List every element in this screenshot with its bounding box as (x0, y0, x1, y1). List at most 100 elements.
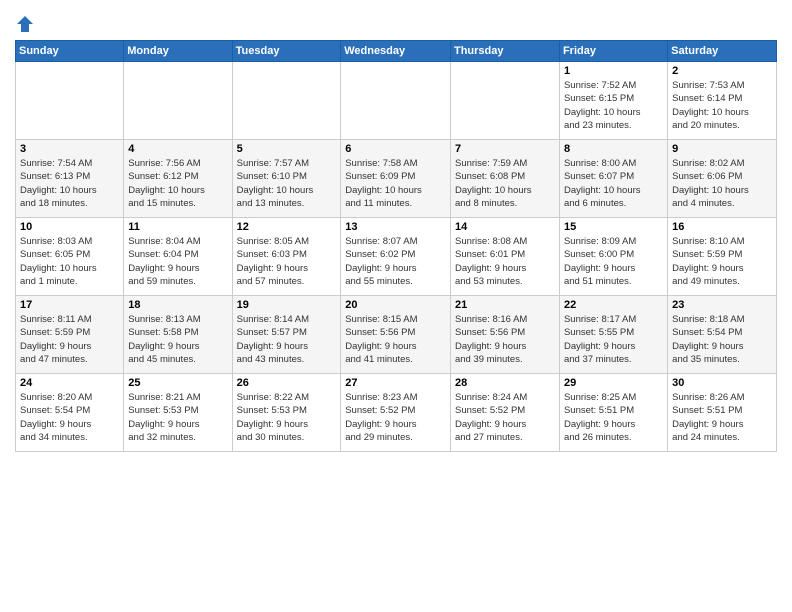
day-info: Sunrise: 8:10 AMSunset: 5:59 PMDaylight:… (672, 235, 772, 288)
day-number: 18 (128, 299, 227, 311)
day-number: 23 (672, 299, 772, 311)
calendar-day-cell: 7 Sunrise: 7:59 AMSunset: 6:08 PMDaylight… (450, 140, 559, 218)
day-number: 20 (345, 299, 446, 311)
day-number: 28 (455, 377, 555, 389)
day-info: Sunrise: 7:52 AMSunset: 6:15 PMDaylight:… (564, 79, 663, 132)
day-number: 27 (345, 377, 446, 389)
calendar-day-cell: 18 Sunrise: 8:13 AMSunset: 5:58 PMDayligh… (124, 296, 232, 374)
calendar-day-cell: 26 Sunrise: 8:22 AMSunset: 5:53 PMDayligh… (232, 374, 341, 452)
day-number: 26 (237, 377, 337, 389)
day-number: 16 (672, 221, 772, 233)
calendar-day-cell: 28Sunrise: 8:24 AMSunset: 5:52 PMDayligh… (450, 374, 559, 452)
calendar-day-cell: 5Sunrise: 7:57 AMSunset: 6:10 PMDaylight… (232, 140, 341, 218)
calendar-day-cell: 21 Sunrise: 8:16 AMSunset: 5:56 PMDayligh… (450, 296, 559, 374)
day-number: 3 (20, 143, 119, 155)
day-info: Sunrise: 8:15 AMSunset: 5:56 PMDaylight:… (345, 313, 446, 366)
day-info: Sunrise: 8:02 AMSunset: 6:06 PMDaylight:… (672, 157, 772, 210)
calendar-day-cell: 19Sunrise: 8:14 AMSunset: 5:57 PMDayligh… (232, 296, 341, 374)
day-number: 22 (564, 299, 663, 311)
calendar-day-cell: 22 Sunrise: 8:17 AMSunset: 5:55 PMDayligh… (559, 296, 667, 374)
day-number: 2 (672, 65, 772, 77)
calendar-day-header: Wednesday (341, 41, 451, 62)
calendar-day-cell: 12 Sunrise: 8:05 AMSunset: 6:03 PMDayligh… (232, 218, 341, 296)
day-number: 13 (345, 221, 446, 233)
calendar-week-row: 3 Sunrise: 7:54 AMSunset: 6:13 PMDaylight… (16, 140, 777, 218)
day-info: Sunrise: 8:00 AMSunset: 6:07 PMDaylight:… (564, 157, 663, 210)
day-number: 15 (564, 221, 663, 233)
calendar-day-cell: 11 Sunrise: 8:04 AMSunset: 6:04 PMDayligh… (124, 218, 232, 296)
day-info: Sunrise: 8:03 AMSunset: 6:05 PMDaylight:… (20, 235, 119, 288)
calendar-day-header: Thursday (450, 41, 559, 62)
day-info: Sunrise: 8:09 AMSunset: 6:00 PMDaylight:… (564, 235, 663, 288)
day-number: 24 (20, 377, 119, 389)
day-info: Sunrise: 8:25 AMSunset: 5:51 PMDaylight:… (564, 391, 663, 444)
calendar-day-header: Monday (124, 41, 232, 62)
day-number: 19 (237, 299, 337, 311)
calendar: SundayMondayTuesdayWednesdayThursdayFrid… (15, 40, 777, 452)
day-info: Sunrise: 8:18 AMSunset: 5:54 PMDaylight:… (672, 313, 772, 366)
logo-icon (15, 14, 35, 34)
day-info: Sunrise: 8:20 AMSunset: 5:54 PMDaylight:… (20, 391, 119, 444)
calendar-day-header: Friday (559, 41, 667, 62)
day-info: Sunrise: 8:07 AMSunset: 6:02 PMDaylight:… (345, 235, 446, 288)
day-number: 8 (564, 143, 663, 155)
calendar-day-cell: 4 Sunrise: 7:56 AMSunset: 6:12 PMDaylight… (124, 140, 232, 218)
day-number: 21 (455, 299, 555, 311)
calendar-day-cell: 9 Sunrise: 8:02 AMSunset: 6:06 PMDaylight… (668, 140, 777, 218)
calendar-day-cell: 29 Sunrise: 8:25 AMSunset: 5:51 PMDayligh… (559, 374, 667, 452)
header (15, 10, 777, 34)
calendar-day-cell: 15 Sunrise: 8:09 AMSunset: 6:00 PMDayligh… (559, 218, 667, 296)
day-info: Sunrise: 7:58 AMSunset: 6:09 PMDaylight:… (345, 157, 446, 210)
day-number: 14 (455, 221, 555, 233)
page: SundayMondayTuesdayWednesdayThursdayFrid… (0, 0, 792, 612)
day-info: Sunrise: 8:11 AMSunset: 5:59 PMDaylight:… (20, 313, 119, 366)
calendar-day-cell: 6Sunrise: 7:58 AMSunset: 6:09 PMDaylight… (341, 140, 451, 218)
day-number: 12 (237, 221, 337, 233)
day-number: 10 (20, 221, 119, 233)
calendar-day-cell (232, 62, 341, 140)
day-number: 4 (128, 143, 227, 155)
day-info: Sunrise: 8:13 AMSunset: 5:58 PMDaylight:… (128, 313, 227, 366)
calendar-day-cell: 30 Sunrise: 8:26 AMSunset: 5:51 PMDayligh… (668, 374, 777, 452)
day-number: 25 (128, 377, 227, 389)
day-number: 30 (672, 377, 772, 389)
day-number: 1 (564, 65, 663, 77)
day-number: 11 (128, 221, 227, 233)
calendar-header-row: SundayMondayTuesdayWednesdayThursdayFrid… (16, 41, 777, 62)
day-info: Sunrise: 8:04 AMSunset: 6:04 PMDaylight:… (128, 235, 227, 288)
day-info: Sunrise: 8:26 AMSunset: 5:51 PMDaylight:… (672, 391, 772, 444)
calendar-week-row: 17 Sunrise: 8:11 AMSunset: 5:59 PMDayligh… (16, 296, 777, 374)
calendar-day-cell: 17 Sunrise: 8:11 AMSunset: 5:59 PMDayligh… (16, 296, 124, 374)
calendar-week-row: 10 Sunrise: 8:03 AMSunset: 6:05 PMDayligh… (16, 218, 777, 296)
calendar-day-cell: 14 Sunrise: 8:08 AMSunset: 6:01 PMDayligh… (450, 218, 559, 296)
calendar-week-row: 24 Sunrise: 8:20 AMSunset: 5:54 PMDayligh… (16, 374, 777, 452)
calendar-day-cell (124, 62, 232, 140)
calendar-day-cell (450, 62, 559, 140)
day-number: 9 (672, 143, 772, 155)
calendar-day-cell: 13 Sunrise: 8:07 AMSunset: 6:02 PMDayligh… (341, 218, 451, 296)
day-info: Sunrise: 8:05 AMSunset: 6:03 PMDaylight:… (237, 235, 337, 288)
calendar-day-cell: 1 Sunrise: 7:52 AMSunset: 6:15 PMDaylight… (559, 62, 667, 140)
day-info: Sunrise: 8:21 AMSunset: 5:53 PMDaylight:… (128, 391, 227, 444)
calendar-day-cell: 20 Sunrise: 8:15 AMSunset: 5:56 PMDayligh… (341, 296, 451, 374)
calendar-day-header: Tuesday (232, 41, 341, 62)
day-number: 29 (564, 377, 663, 389)
day-info: Sunrise: 8:23 AMSunset: 5:52 PMDaylight:… (345, 391, 446, 444)
calendar-day-cell: 2 Sunrise: 7:53 AMSunset: 6:14 PMDaylight… (668, 62, 777, 140)
day-info: Sunrise: 7:56 AMSunset: 6:12 PMDaylight:… (128, 157, 227, 210)
day-number: 7 (455, 143, 555, 155)
day-number: 17 (20, 299, 119, 311)
day-number: 5 (237, 143, 337, 155)
calendar-day-cell: 25 Sunrise: 8:21 AMSunset: 5:53 PMDayligh… (124, 374, 232, 452)
day-info: Sunrise: 7:53 AMSunset: 6:14 PMDaylight:… (672, 79, 772, 132)
day-info: Sunrise: 8:08 AMSunset: 6:01 PMDaylight:… (455, 235, 555, 288)
calendar-day-cell (16, 62, 124, 140)
calendar-day-cell: 27 Sunrise: 8:23 AMSunset: 5:52 PMDayligh… (341, 374, 451, 452)
calendar-day-cell: 10 Sunrise: 8:03 AMSunset: 6:05 PMDayligh… (16, 218, 124, 296)
calendar-day-cell: 3 Sunrise: 7:54 AMSunset: 6:13 PMDaylight… (16, 140, 124, 218)
day-info: Sunrise: 8:17 AMSunset: 5:55 PMDaylight:… (564, 313, 663, 366)
day-info: Sunrise: 7:54 AMSunset: 6:13 PMDaylight:… (20, 157, 119, 210)
day-info: Sunrise: 8:22 AMSunset: 5:53 PMDaylight:… (237, 391, 337, 444)
day-info: Sunrise: 7:59 AMSunset: 6:08 PMDaylight:… (455, 157, 555, 210)
day-info: Sunrise: 8:16 AMSunset: 5:56 PMDaylight:… (455, 313, 555, 366)
